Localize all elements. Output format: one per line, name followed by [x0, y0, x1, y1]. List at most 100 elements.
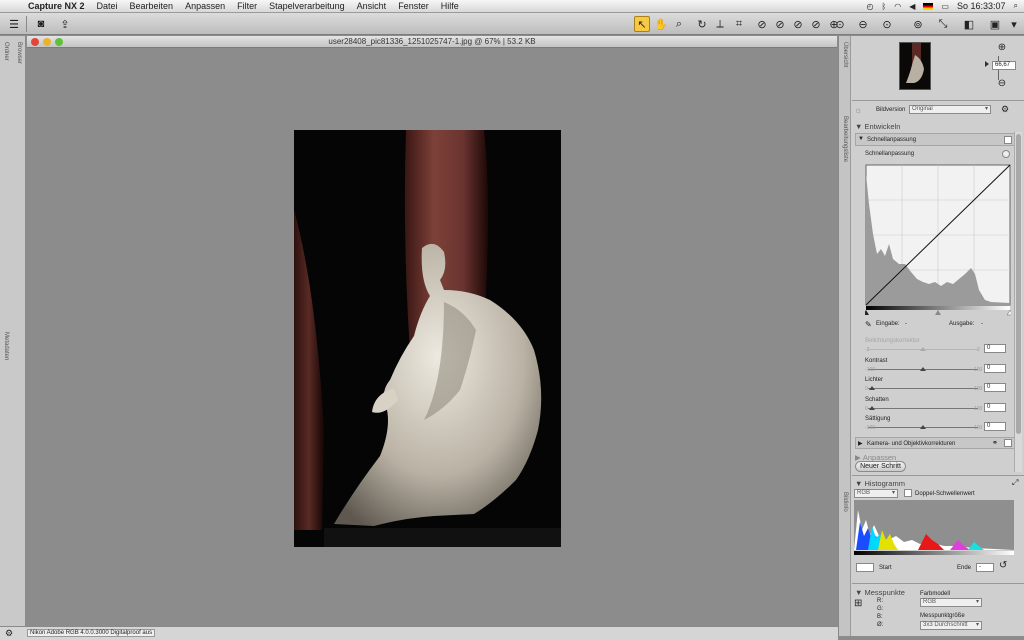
menu-stapelverarbeitung[interactable]: Stapelverarbeitung [263, 1, 351, 11]
slider-track[interactable] [868, 408, 978, 409]
rotate-icon[interactable]: ↻ [694, 16, 710, 32]
scrollbar-thumb[interactable] [1016, 134, 1021, 434]
channel-avg-label: Ø: [877, 622, 884, 628]
slider-value[interactable]: 0 [984, 344, 1006, 353]
step-schnellanpassung[interactable]: ▼ Schnellanpassung [855, 133, 1016, 146]
slider-thumb[interactable] [920, 425, 926, 429]
zoom-tool-icon[interactable]: ⌕ [671, 16, 687, 32]
color-model-select[interactable]: RGB ▾ [920, 598, 982, 607]
brush-plus-icon[interactable]: ⤡ [935, 16, 951, 32]
chevron-down-icon: ▾ [891, 490, 895, 496]
slider-value[interactable]: 0 [984, 364, 1006, 373]
lasso-icon[interactable]: ⊙ [879, 16, 895, 32]
white-point-icon[interactable]: ⊘ [790, 16, 806, 32]
overview-thumbnail[interactable] [899, 42, 931, 90]
channel-g-label: G: [877, 606, 884, 612]
slider-value[interactable]: 0 [984, 422, 1006, 431]
menubar-clock[interactable]: So 16:33:07 [957, 1, 1006, 11]
photo-canvas[interactable] [294, 130, 561, 547]
tab-bearbeitungsliste[interactable]: Bearbeitungsliste [842, 116, 848, 162]
tab-bildinfo[interactable]: Bildinfo [842, 492, 848, 512]
channel-b-label: B: [877, 614, 883, 620]
reset-icon[interactable]: ↺ [999, 560, 1007, 571]
channel-select[interactable]: RGB ▾ [854, 489, 898, 498]
menu-filter[interactable]: Filter [231, 1, 263, 11]
bluetooth-icon[interactable]: ᛒ [881, 2, 886, 11]
menu-hilfe[interactable]: Hilfe [435, 1, 465, 11]
section-histogramm[interactable]: ▼ Histogramm [852, 478, 1024, 488]
export-icon[interactable]: ⇪ [57, 16, 73, 32]
tab-browser[interactable]: Browser [16, 42, 22, 64]
tab-ordner[interactable]: Ordner [3, 42, 9, 61]
flag-icon[interactable] [923, 2, 934, 10]
menu-datei[interactable]: Datei [91, 1, 124, 11]
end-field[interactable]: - [976, 563, 994, 572]
slider-value[interactable]: 0 [984, 403, 1006, 412]
neutral-point-icon[interactable]: ⊘ [808, 16, 824, 32]
slider-thumb[interactable] [869, 386, 875, 390]
start-field[interactable] [856, 563, 874, 572]
curves-graph[interactable] [865, 164, 1011, 316]
right-panel-strip: Übersicht Bearbeitungsliste Bildinfo [839, 36, 851, 636]
toolbar-more-icon[interactable]: ▾ [1006, 16, 1022, 32]
slider-thumb[interactable] [920, 367, 926, 371]
gradient-icon[interactable]: ◧ [961, 16, 977, 32]
slider-thumb[interactable] [920, 347, 926, 351]
hand-tool-icon[interactable]: ✋ [653, 16, 669, 32]
slider-track[interactable] [868, 388, 978, 389]
volume-icon[interactable]: ◀ [909, 2, 915, 11]
control-point-icon[interactable]: ⊘ [754, 16, 770, 32]
direct-select-tool-icon[interactable]: ↖ [634, 16, 650, 32]
spotlight-icon[interactable]: ⌕ [1014, 1, 1018, 11]
menu-fenster[interactable]: Fenster [392, 1, 435, 11]
gear-icon[interactable]: ⚙ [1001, 104, 1009, 115]
expand-icon[interactable]: ⤢ [1012, 478, 1018, 488]
double-threshold-checkbox[interactable] [904, 489, 912, 497]
time-machine-icon[interactable]: ◴ [866, 2, 873, 11]
slider-min: -100 [865, 425, 876, 431]
retouch-brush-icon[interactable]: ⊖ [855, 16, 871, 32]
toolbar: ☰ ◙ ⇪ ↖ ✋ ⌕ ↻ ⟂ ⌗ ⊘ ⊘ ⊘ ⊘ ⊕ ⊙ ⊖ ⊙ ⊚ ⤡ ◧ … [0, 13, 1024, 35]
zoom-field[interactable]: 66,67 [992, 61, 1016, 70]
crop-icon[interactable]: ⌗ [731, 16, 747, 32]
section-entwickeln[interactable]: ▼ Entwickeln [852, 121, 1024, 131]
menu-ansicht[interactable]: Ansicht [351, 1, 393, 11]
step-enable-checkbox[interactable] [1004, 439, 1012, 447]
link-icon[interactable]: ⚭ [992, 439, 998, 447]
right-panel: Übersicht Bearbeitungsliste Bildinfo ⊕ 6… [838, 36, 1024, 636]
slider-max: 100 [974, 386, 983, 392]
zoom-slider-thumb[interactable] [985, 61, 989, 67]
tab-uebersicht[interactable]: Übersicht [842, 42, 848, 67]
app-menu[interactable]: Capture NX 2 [22, 1, 91, 11]
tab-metadaten[interactable]: Metadaten [3, 332, 9, 360]
edit-list-scrollbar[interactable] [1014, 132, 1022, 472]
camera-icon[interactable]: ◙ [33, 16, 49, 32]
straighten-icon[interactable]: ⟂ [712, 16, 728, 32]
settings-gear-icon[interactable]: ⚙ [5, 628, 13, 639]
status-bar: ⚙ Nikon Adobe RGB 4.0.0.3000 Digitalproo… [0, 626, 838, 640]
sample-size-select[interactable]: 3x3 Durchschnitt ▾ [920, 621, 982, 630]
menu-bearbeiten[interactable]: Bearbeiten [124, 1, 180, 11]
wifi-icon[interactable]: ◠ [894, 2, 901, 11]
step-kamera-objektiv[interactable]: ▶ Kamera- und Objektivkorrekturen ⚭ [855, 437, 1016, 449]
zoom-in-icon[interactable]: ⊕ [995, 42, 1009, 54]
black-point-icon[interactable]: ⊘ [772, 16, 788, 32]
red-eye-icon[interactable]: ⊙ [832, 16, 848, 32]
divider [852, 100, 1024, 101]
slider-thumb[interactable] [869, 406, 875, 410]
crosshair-icon[interactable]: ⊞ [854, 598, 862, 609]
selection-plus-icon[interactable]: ⊚ [910, 16, 926, 32]
menu-anpassen[interactable]: Anpassen [179, 1, 231, 11]
reset-radio[interactable] [1002, 150, 1010, 158]
divider [852, 475, 1024, 476]
slider-value[interactable]: 0 [984, 383, 1006, 392]
new-step-button[interactable]: Neuer Schritt [855, 461, 906, 472]
step-enable-checkbox[interactable] [1004, 136, 1012, 144]
layout-menu-icon[interactable]: ☰ [6, 16, 22, 32]
status-text[interactable]: Nikon Adobe RGB 4.0.0.3000 Digitalproof … [27, 629, 156, 637]
battery-icon[interactable]: ▭ [941, 2, 949, 11]
fill-icon[interactable]: ▣ [987, 16, 1003, 32]
version-select[interactable]: Original ▾ [909, 105, 991, 114]
eyedropper-icon[interactable]: ✎ [865, 320, 872, 329]
zoom-out-icon[interactable]: ⊖ [995, 78, 1009, 90]
